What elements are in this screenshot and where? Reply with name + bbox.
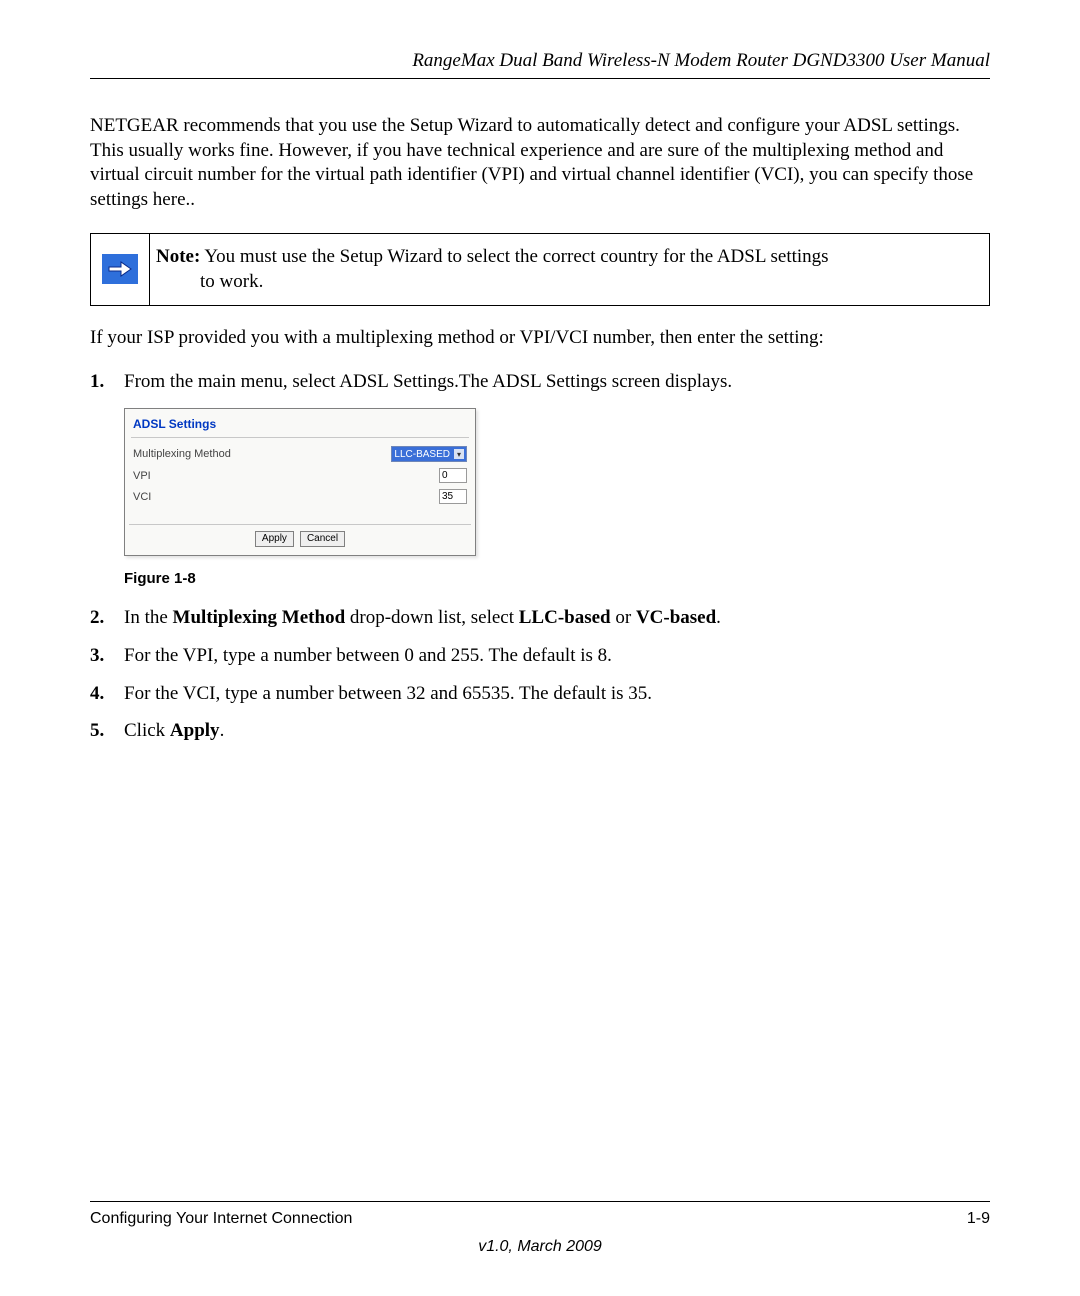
row-vci: VCI	[133, 489, 467, 504]
step-3: 3. For the VPI, type a number between 0 …	[90, 643, 990, 669]
step-4: 4. For the VCI, type a number between 32…	[90, 681, 990, 707]
row-multiplexing: Multiplexing Method LLC-BASED ▾	[133, 446, 467, 462]
multiplexing-select[interactable]: LLC-BASED ▾	[391, 446, 467, 462]
vci-label: VCI	[133, 491, 151, 503]
note-line2: to work.	[200, 271, 263, 292]
isp-paragraph: If your ISP provided you with a multiple…	[90, 326, 990, 351]
step-number: 3.	[90, 643, 124, 669]
cancel-button[interactable]: Cancel	[300, 531, 345, 547]
intro-paragraph: NETGEAR recommends that you use the Setu…	[90, 114, 990, 213]
adsl-settings-screenshot: ADSL Settings Multiplexing Method LLC-BA…	[124, 408, 476, 556]
footer-line: Configuring Your Internet Connection 1-9	[90, 1201, 990, 1228]
step-text: Click Apply.	[124, 718, 990, 744]
step-number: 5.	[90, 718, 124, 744]
step-text: For the VCI, type a number between 32 an…	[124, 681, 990, 707]
steps-list: 1. From the main menu, select ADSL Setti…	[90, 369, 990, 395]
step-1: 1. From the main menu, select ADSL Setti…	[90, 369, 990, 395]
step-text: In the Multiplexing Method drop-down lis…	[124, 605, 990, 631]
footer-section: Configuring Your Internet Connection	[90, 1210, 352, 1228]
step-number: 1.	[90, 369, 124, 395]
footer-page: 1-9	[967, 1210, 990, 1228]
step-number: 4.	[90, 681, 124, 707]
apply-button[interactable]: Apply	[255, 531, 294, 547]
arrow-right-icon	[102, 254, 138, 284]
footer-version: v1.0, March 2009	[90, 1238, 990, 1256]
note-label: Note:	[156, 246, 200, 267]
step-2: 2. In the Multiplexing Method drop-down …	[90, 605, 990, 631]
chevron-down-icon: ▾	[454, 449, 464, 459]
figure-caption: Figure 1-8	[124, 570, 990, 587]
multiplexing-label: Multiplexing Method	[133, 448, 231, 460]
note-icon-cell	[91, 234, 150, 305]
screenshot-body: Multiplexing Method LLC-BASED ▾ VPI VCI	[125, 438, 475, 518]
figure: ADSL Settings Multiplexing Method LLC-BA…	[124, 408, 990, 556]
step-5: 5. Click Apply.	[90, 718, 990, 744]
step-number: 2.	[90, 605, 124, 631]
row-vpi: VPI	[133, 468, 467, 483]
vpi-label: VPI	[133, 470, 151, 482]
header-title: RangeMax Dual Band Wireless-N Modem Rout…	[412, 50, 990, 71]
vci-input[interactable]	[439, 489, 467, 504]
note-line1: You must use the Setup Wizard to select …	[204, 246, 828, 267]
page-footer: Configuring Your Internet Connection 1-9…	[90, 1201, 990, 1256]
screenshot-buttons: Apply Cancel	[129, 524, 471, 555]
step-text: From the main menu, select ADSL Settings…	[124, 369, 990, 395]
note-text: Note: You must use the Setup Wizard to s…	[150, 234, 989, 305]
note-box: Note: You must use the Setup Wizard to s…	[90, 233, 990, 306]
page-header: RangeMax Dual Band Wireless-N Modem Rout…	[90, 50, 990, 79]
screenshot-title: ADSL Settings	[125, 409, 475, 437]
step-text: For the VPI, type a number between 0 and…	[124, 643, 990, 669]
vpi-input[interactable]	[439, 468, 467, 483]
steps-list-continued: 2. In the Multiplexing Method drop-down …	[90, 605, 990, 744]
page: RangeMax Dual Band Wireless-N Modem Rout…	[0, 0, 1080, 1296]
multiplexing-value: LLC-BASED	[394, 449, 450, 460]
